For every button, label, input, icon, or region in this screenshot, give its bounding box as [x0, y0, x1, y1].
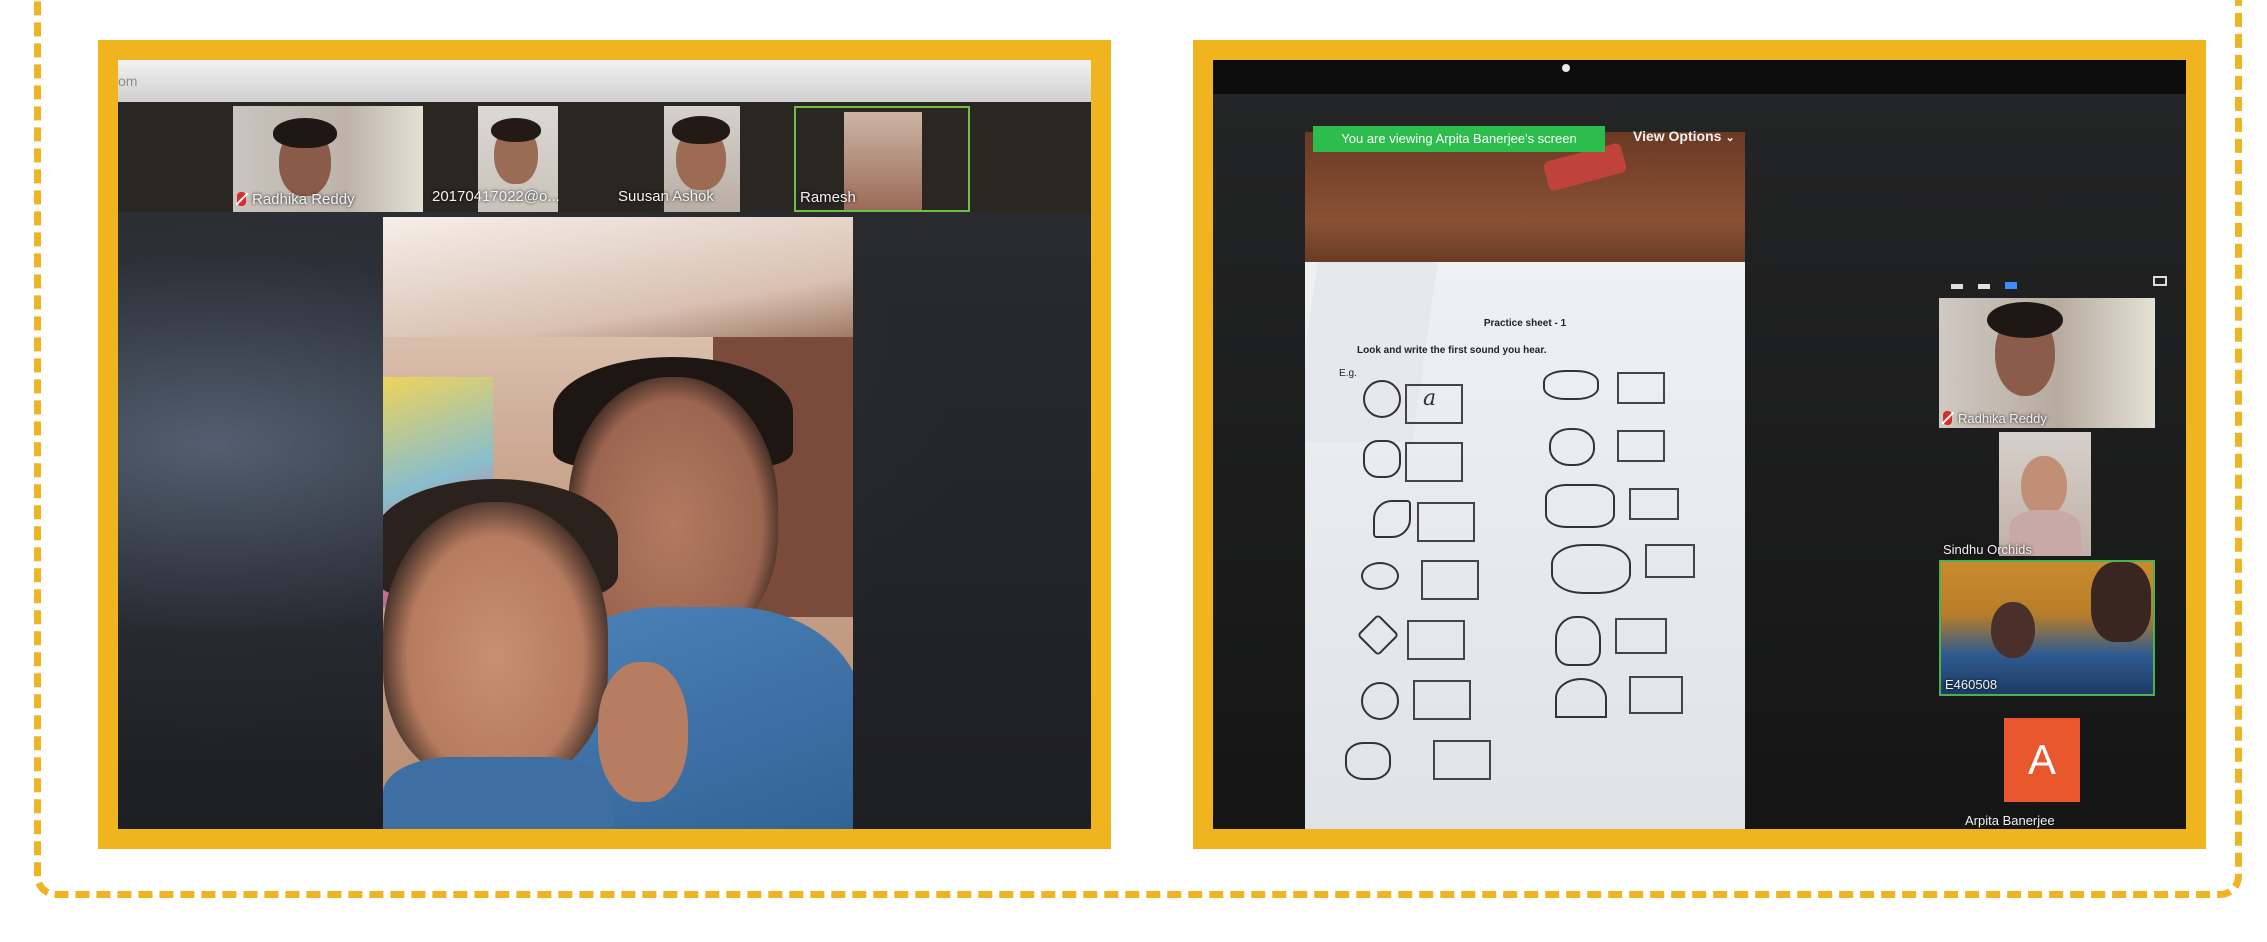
- participant-video: [2021, 456, 2067, 516]
- participant-video: [1991, 602, 2035, 658]
- answer-box: [1617, 372, 1665, 404]
- participant-name: Radhika Reddy: [1943, 411, 2047, 426]
- answer-box: [1645, 544, 1695, 578]
- example-answer: a: [1423, 386, 1437, 411]
- right-screen: Practice sheet - 1 Look and write the fi…: [1213, 60, 2186, 829]
- participant-name-text: Radhika Reddy: [252, 191, 355, 208]
- browser-bar: om: [118, 60, 1091, 102]
- strip-view-icon[interactable]: [1978, 284, 1990, 289]
- screen-share-banner: You are viewing Arpita Banerjee's screen: [1313, 126, 1605, 152]
- participant-tile-ramesh[interactable]: Ramesh: [794, 106, 970, 212]
- view-options-label: View Options: [1633, 128, 1722, 144]
- child-face: [383, 502, 608, 782]
- fruit-picture: [1363, 440, 1401, 478]
- left-photo-frame: om Radhika Reddy 20170417022@o... Suusan…: [98, 40, 1111, 849]
- view-options-button[interactable]: View Options ⌄: [1633, 128, 1735, 144]
- layout-switcher[interactable]: [1951, 276, 2032, 294]
- participant-hair: [672, 116, 730, 144]
- answer-box: [1407, 620, 1465, 660]
- participant-hair: [273, 118, 337, 148]
- background-shelf: [383, 217, 853, 337]
- bee-picture: [1361, 682, 1399, 720]
- side-tile-radhika[interactable]: Radhika Reddy: [1939, 298, 2155, 428]
- elephant-picture: [1551, 544, 1631, 594]
- left-screen: om Radhika Reddy 20170417022@o... Suusan…: [118, 60, 1091, 829]
- jug-picture: [1555, 616, 1601, 666]
- webcam-icon: [1562, 64, 1570, 72]
- main-video-feed: [383, 217, 853, 829]
- answer-box: [1433, 740, 1491, 780]
- answer-box: [1413, 680, 1471, 720]
- participant-name: Ramesh: [800, 189, 856, 206]
- worksheet-instruction: Look and write the first sound you hear.: [1357, 345, 1547, 356]
- participant-name: Radhika Reddy: [237, 191, 355, 208]
- answer-box: [1617, 430, 1665, 462]
- worksheet-paper: Practice sheet - 1 Look and write the fi…: [1305, 262, 1745, 829]
- muted-mic-icon: [1943, 411, 1952, 425]
- monitor-bezel: [1213, 60, 2186, 94]
- answer-box: [1629, 488, 1679, 520]
- participant-hair: [491, 118, 541, 142]
- participant-tile-radhika[interactable]: Radhika Reddy: [233, 106, 423, 212]
- avatar-name: Arpita Banerjee: [1965, 813, 2055, 828]
- leaf-picture: [1373, 500, 1411, 538]
- right-photo-frame: Practice sheet - 1 Look and write the fi…: [1193, 40, 2206, 849]
- hen-picture: [1549, 428, 1595, 466]
- kite-picture: [1356, 613, 1400, 657]
- browser-url-fragment: om: [118, 73, 138, 89]
- muted-mic-icon: [237, 192, 246, 206]
- dog-picture: [1345, 742, 1391, 780]
- child-body: [383, 757, 613, 829]
- participant-name-text: Radhika Reddy: [1958, 411, 2047, 426]
- goat-picture: [1545, 484, 1615, 528]
- fish-picture: [1361, 562, 1399, 590]
- side-by-side-icon[interactable]: [2005, 282, 2017, 289]
- participant-hair: [1987, 302, 2063, 338]
- igloo-picture: [1555, 678, 1607, 718]
- worksheet-title: Practice sheet - 1: [1483, 318, 1567, 329]
- carrot-picture: [1543, 370, 1599, 400]
- side-tile-sindhu[interactable]: [1999, 432, 2091, 556]
- waving-hand: [598, 662, 688, 802]
- answer-box: [1629, 676, 1683, 714]
- participant-name: E460508: [1945, 677, 1998, 692]
- answer-box: [1417, 502, 1475, 542]
- worksheet-example-label: E.g.: [1339, 368, 1357, 379]
- side-tile-e460508[interactable]: E460508: [1939, 560, 2155, 696]
- minimize-icon[interactable]: [1951, 284, 1963, 289]
- answer-box: [1615, 618, 1667, 654]
- answer-box: [1421, 560, 1479, 600]
- answer-box: [1405, 442, 1463, 482]
- shared-screen: Practice sheet - 1 Look and write the fi…: [1305, 132, 1745, 829]
- apple-picture: [1363, 380, 1401, 418]
- avatar: A: [2004, 718, 2080, 802]
- gallery-view-icon[interactable]: [2153, 276, 2167, 286]
- chevron-down-icon: ⌄: [1725, 132, 1735, 144]
- participant-video-2: [2091, 562, 2151, 642]
